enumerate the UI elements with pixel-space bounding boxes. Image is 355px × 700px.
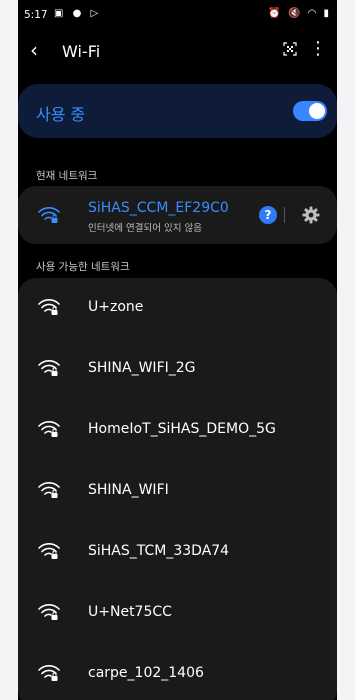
wifi-locked-icon xyxy=(38,482,60,498)
divider xyxy=(284,207,285,223)
list-item[interactable]: SHINA_WIFI_2G xyxy=(18,339,337,397)
page-title: Wi-Fi xyxy=(62,42,101,61)
list-item[interactable]: U+zone xyxy=(18,278,337,336)
network-name: carpe_102_1406 xyxy=(88,665,204,681)
status-bar: 5:17 ▣ ● ▷ ⏰ 🔇 ◠ ▮ xyxy=(18,0,337,26)
more-options-icon[interactable]: ⋮ xyxy=(309,38,327,59)
toggle-knob xyxy=(309,103,325,119)
wifi-toggle-label: 사용 중 xyxy=(36,105,86,124)
network-name: SHINA_WIFI_2G xyxy=(88,360,196,376)
current-network-status: 인터넷에 연결되어 있지 않음 xyxy=(88,223,202,234)
screen: 5:17 ▣ ● ▷ ⏰ 🔇 ◠ ▮ ‹ Wi-Fi ⋮ 사용 중 현재 네트워… xyxy=(18,0,337,700)
wifi-locked-icon xyxy=(38,604,60,620)
network-name: SiHAS_TCM_33DA74 xyxy=(88,543,230,559)
wifi-locked-icon xyxy=(38,360,60,376)
status-time: 5:17 xyxy=(24,9,48,21)
bezel-left xyxy=(0,0,18,700)
wifi-toggle-switch[interactable] xyxy=(293,101,327,121)
list-item[interactable]: SHINA_WIFI xyxy=(18,461,337,519)
qr-code-icon[interactable] xyxy=(283,42,297,56)
available-networks-section-label: 사용 가능한 네트워크 xyxy=(36,261,130,273)
notification-icons: ▣ ● ▷ xyxy=(54,8,102,19)
network-name: U+zone xyxy=(88,299,144,315)
network-name: HomeIoT_SiHAS_DEMO_5G xyxy=(88,421,276,437)
list-item[interactable]: U+Net75CC xyxy=(18,583,337,641)
wifi-locked-icon xyxy=(38,665,60,681)
list-item[interactable]: carpe_102_1406 xyxy=(18,644,337,700)
phone-frame: 5:17 ▣ ● ▷ ⏰ 🔇 ◠ ▮ ‹ Wi-Fi ⋮ 사용 중 현재 네트워… xyxy=(0,0,355,700)
wifi-locked-icon xyxy=(38,299,60,315)
help-icon[interactable]: ? xyxy=(259,206,277,224)
network-name: SHINA_WIFI xyxy=(88,482,169,498)
wifi-locked-icon xyxy=(38,207,60,223)
gear-icon[interactable] xyxy=(302,206,320,224)
network-name: U+Net75CC xyxy=(88,604,172,620)
current-network-name: SiHAS_CCM_EF29C0 xyxy=(88,200,229,216)
wifi-toggle-card[interactable]: 사용 중 xyxy=(18,84,337,138)
list-item[interactable]: SiHAS_TCM_33DA74 xyxy=(18,522,337,580)
bezel-right xyxy=(337,0,355,700)
system-icons: ⏰ 🔇 ◠ ▮ xyxy=(268,8,331,19)
wifi-locked-icon xyxy=(38,421,60,437)
current-network-card[interactable]: SiHAS_CCM_EF29C0 인터넷에 연결되어 있지 않음 ? xyxy=(18,186,337,244)
available-networks-list: U+zone SHINA_WIFI_2G HomeIoT_SiHAS_DEMO_… xyxy=(18,278,337,700)
back-icon[interactable]: ‹ xyxy=(30,38,38,62)
list-item[interactable]: HomeIoT_SiHAS_DEMO_5G xyxy=(18,400,337,458)
wifi-locked-icon xyxy=(38,543,60,559)
app-header: ‹ Wi-Fi ⋮ xyxy=(18,32,337,72)
current-network-section-label: 현재 네트워크 xyxy=(36,170,98,182)
